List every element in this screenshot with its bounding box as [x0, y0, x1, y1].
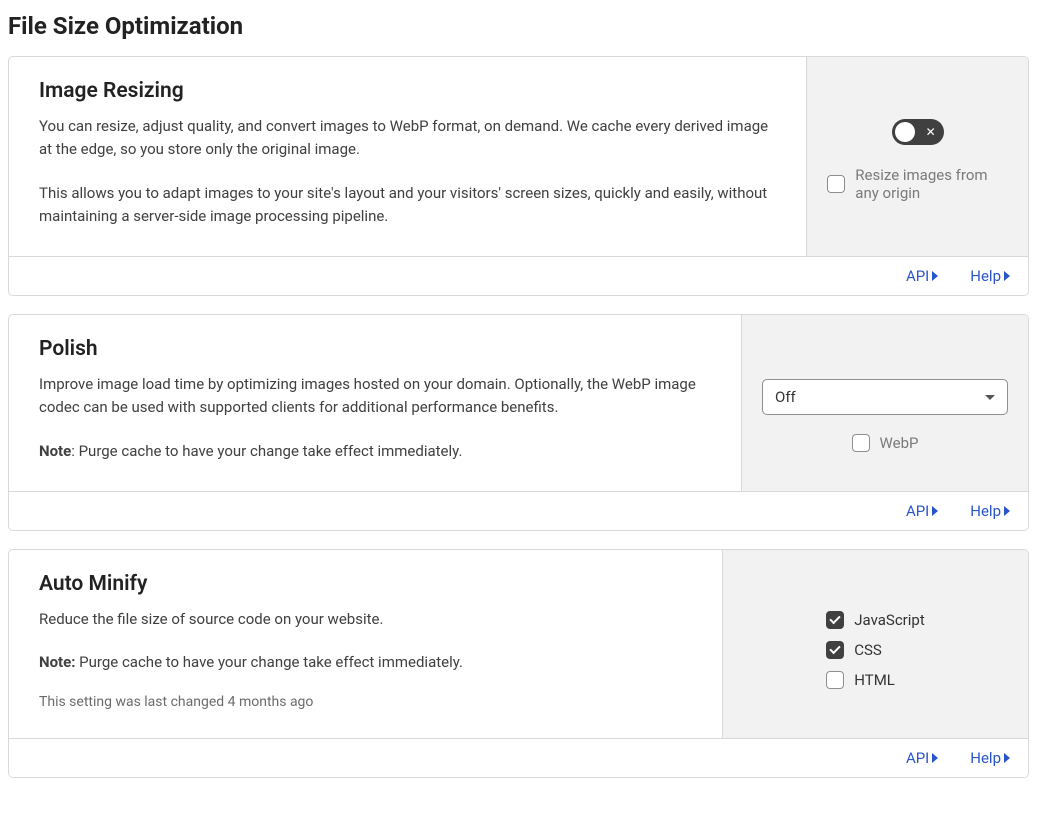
- section-title: Image Resizing: [39, 79, 776, 103]
- card-footer: API Help: [9, 738, 1028, 777]
- note-text: Purge cache to have your change take eff…: [75, 653, 463, 671]
- card-controls: ✕ Resize images from any origin: [806, 57, 1028, 256]
- last-changed: This setting was last changed 4 months a…: [39, 694, 692, 710]
- chevron-right-icon: [932, 271, 938, 281]
- checkbox-label: Resize images from any origin: [855, 166, 1008, 202]
- toggle-knob: [895, 122, 915, 142]
- checkbox-label: WebP: [880, 434, 919, 452]
- webp-row[interactable]: WebP: [852, 434, 919, 452]
- card-content: Polish Improve image load time by optimi…: [9, 315, 741, 491]
- resize-any-origin-row[interactable]: Resize images from any origin: [827, 166, 1008, 202]
- minify-options: JavaScript CSS HTML: [826, 608, 924, 692]
- webp-checkbox[interactable]: [852, 434, 870, 452]
- chevron-right-icon: [1004, 753, 1010, 763]
- chevron-right-icon: [932, 506, 938, 516]
- chevron-right-icon: [1004, 506, 1010, 516]
- minify-html-row[interactable]: HTML: [826, 671, 895, 689]
- api-link[interactable]: API: [906, 267, 938, 285]
- image-resizing-toggle[interactable]: ✕: [892, 119, 944, 145]
- card-polish: Polish Improve image load time by optimi…: [8, 314, 1029, 531]
- section-description: This allows you to adapt images to your …: [39, 182, 776, 229]
- chevron-right-icon: [932, 753, 938, 763]
- note-text: : Purge cache to have your change take e…: [71, 442, 462, 460]
- section-title: Polish: [39, 337, 711, 361]
- card-controls: JavaScript CSS HTML: [722, 550, 1028, 739]
- help-link[interactable]: Help: [970, 267, 1010, 285]
- minify-js-checkbox[interactable]: [826, 611, 844, 629]
- help-link[interactable]: Help: [970, 502, 1010, 520]
- close-icon: ✕: [926, 126, 936, 138]
- polish-select[interactable]: Off: [762, 379, 1008, 415]
- section-title: Auto Minify: [39, 572, 692, 596]
- page-title: File Size Optimization: [8, 12, 1029, 40]
- section-note: Note: Purge cache to have your change ta…: [39, 440, 711, 463]
- chevron-right-icon: [1004, 271, 1010, 281]
- checkbox-label: JavaScript: [854, 611, 924, 629]
- note-label: Note: [39, 442, 71, 460]
- card-content: Image Resizing You can resize, adjust qu…: [9, 57, 806, 256]
- minify-js-row[interactable]: JavaScript: [826, 611, 924, 629]
- select-value: Off: [775, 388, 796, 406]
- api-link[interactable]: API: [906, 749, 938, 767]
- chevron-down-icon: [985, 395, 995, 400]
- card-footer: API Help: [9, 256, 1028, 295]
- note-label: Note:: [39, 653, 75, 671]
- card-controls: Off WebP: [741, 315, 1028, 491]
- checkbox-label: HTML: [854, 671, 895, 689]
- section-description: You can resize, adjust quality, and conv…: [39, 115, 776, 162]
- section-description: Improve image load time by optimizing im…: [39, 373, 711, 420]
- resize-any-origin-checkbox[interactable]: [827, 175, 845, 193]
- section-note: Note: Purge cache to have your change ta…: [39, 651, 692, 674]
- checkbox-label: CSS: [854, 641, 882, 659]
- card-footer: API Help: [9, 491, 1028, 530]
- minify-css-checkbox[interactable]: [826, 641, 844, 659]
- help-link[interactable]: Help: [970, 749, 1010, 767]
- section-description: Reduce the file size of source code on y…: [39, 608, 692, 631]
- minify-css-row[interactable]: CSS: [826, 641, 882, 659]
- api-link[interactable]: API: [906, 502, 938, 520]
- minify-html-checkbox[interactable]: [826, 671, 844, 689]
- card-image-resizing: Image Resizing You can resize, adjust qu…: [8, 56, 1029, 296]
- card-content: Auto Minify Reduce the file size of sour…: [9, 550, 722, 739]
- card-auto-minify: Auto Minify Reduce the file size of sour…: [8, 549, 1029, 779]
